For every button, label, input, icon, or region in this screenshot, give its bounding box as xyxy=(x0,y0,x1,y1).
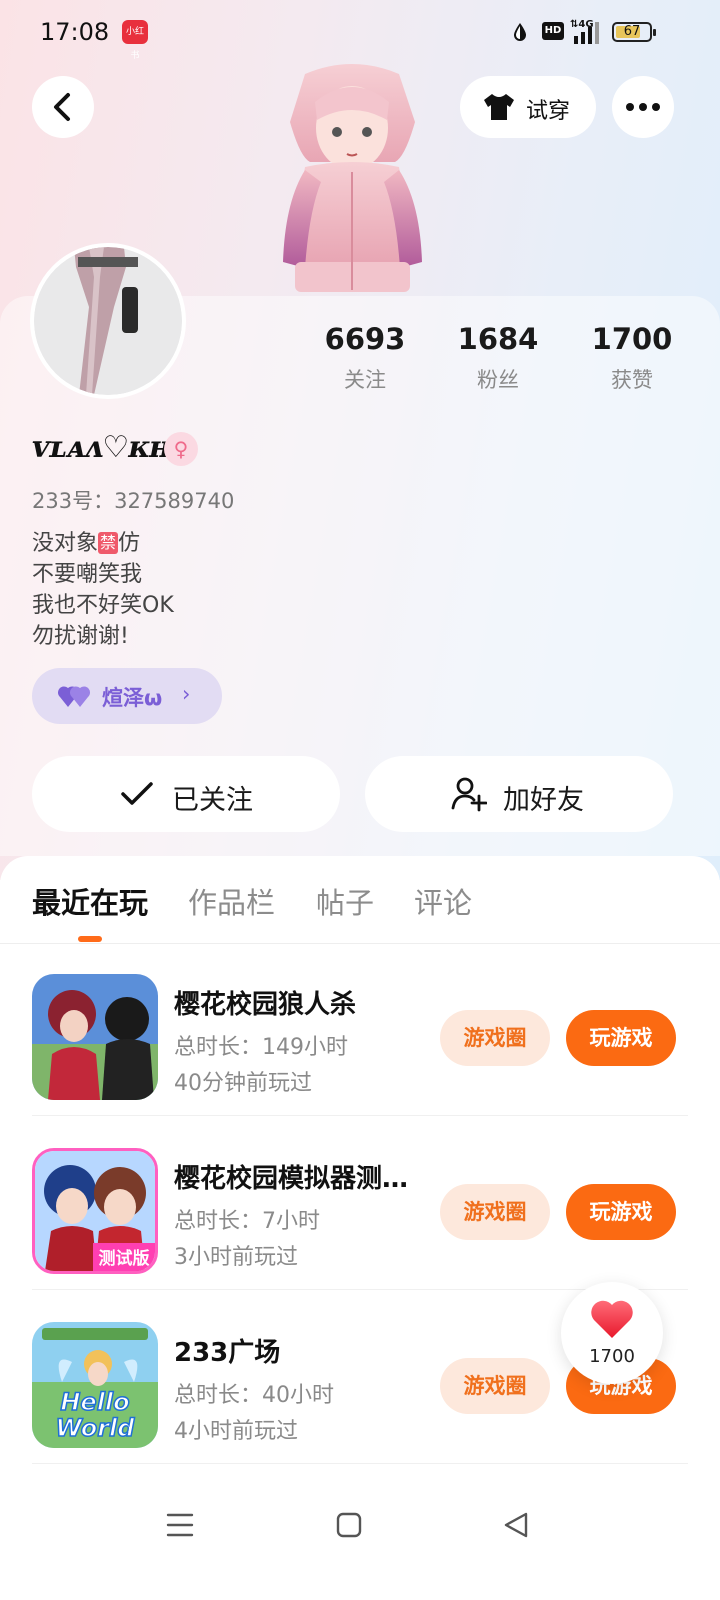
test-version-badge: 测试版 xyxy=(99,1248,150,1269)
tab-comments[interactable]: 评论 xyxy=(414,880,472,922)
game-last-played: 40分钟前玩过 xyxy=(174,1071,312,1096)
stat-likes[interactable]: 1700 获赞 xyxy=(572,322,692,394)
game-meta: 总时长：40小时 4小时前玩过 xyxy=(174,1378,334,1450)
system-nav-bar xyxy=(0,1480,720,1600)
game-circle-button[interactable]: 游戏圈 xyxy=(440,1184,550,1240)
more-icon xyxy=(626,103,660,111)
back-button[interactable] xyxy=(32,76,94,138)
status-time: 17:08 xyxy=(40,18,110,46)
game-meta: 总时长：7小时 3小时前玩过 xyxy=(174,1204,320,1276)
bio-line-4: 勿扰谢谢! xyxy=(32,624,129,649)
cp-relation-chip[interactable]: 煊泽ω › xyxy=(32,668,222,724)
add-friend-label: 加好友 xyxy=(503,785,584,816)
followers-count: 1684 xyxy=(457,322,539,356)
female-gender-icon: ♀ xyxy=(164,432,198,466)
followed-label: 已关注 xyxy=(172,785,253,816)
bio-line-2: 不要嘲笑我 xyxy=(32,562,143,587)
hd-icon: HD xyxy=(542,22,564,40)
profile-tabs: 最近在玩 作品栏 帖子 评论 xyxy=(0,876,720,942)
add-friend-button[interactable]: 加好友 xyxy=(365,756,673,832)
battery-level: 67 xyxy=(623,24,641,39)
following-label: 关注 xyxy=(344,368,386,392)
bio-line-3: 我也不好笑OK xyxy=(32,593,174,618)
status-bar: 17:08 小红书 HD ⇅4G 67 xyxy=(0,0,720,64)
ban-emoji: 禁 xyxy=(98,532,119,554)
game-circle-button[interactable]: 游戏圈 xyxy=(440,1358,550,1414)
back-triangle-icon[interactable] xyxy=(502,1511,530,1539)
game-title: 樱花校园狼人杀 xyxy=(174,990,357,1020)
app-notification-icon: 小红书 xyxy=(122,20,148,61)
avatar-character-illustration xyxy=(283,64,422,292)
tab-works[interactable]: 作品栏 xyxy=(188,880,275,922)
like-count: 1700 xyxy=(589,1346,635,1367)
row-divider xyxy=(32,1463,688,1464)
tshirt-icon xyxy=(484,94,514,120)
likes-count: 1700 xyxy=(591,322,673,356)
try-on-label: 试穿 xyxy=(526,99,571,124)
more-button[interactable] xyxy=(612,76,674,138)
stat-following[interactable]: 6693 关注 xyxy=(305,322,425,394)
add-user-icon xyxy=(451,777,487,812)
row-divider xyxy=(32,1115,688,1116)
following-count: 6693 xyxy=(324,322,406,356)
svg-text:World: World xyxy=(56,1414,136,1442)
signal-icon: ⇅4G xyxy=(570,19,599,44)
play-game-button[interactable]: 玩游戏 xyxy=(566,1184,676,1240)
nickname: ᴠʟᴀᴧ♡ᴋʜ xyxy=(32,430,171,465)
try-on-button[interactable]: 试穿 xyxy=(460,76,596,138)
home-icon[interactable] xyxy=(336,1512,362,1538)
game-meta: 总时长：149小时 40分钟前玩过 xyxy=(174,1030,348,1102)
followed-button[interactable]: 已关注 xyxy=(32,756,340,832)
chevron-right-icon: › xyxy=(182,682,191,706)
stat-followers[interactable]: 1684 粉丝 xyxy=(438,322,558,394)
game-row[interactable]: 测试版 樱花校园模拟器测试版 总时长：7小时 3小时前玩过 游戏圈 玩游戏 xyxy=(0,1118,720,1290)
chevron-left-icon xyxy=(54,93,70,121)
menu-icon[interactable] xyxy=(166,1512,194,1538)
avatar[interactable] xyxy=(30,243,186,399)
cp-name: 煊泽ω xyxy=(102,686,163,710)
game-icon: 测试版 xyxy=(32,1148,158,1274)
data-saver-icon xyxy=(514,23,526,41)
heart-icon xyxy=(591,1300,633,1338)
tab-posts[interactable]: 帖子 xyxy=(316,880,374,922)
game-row[interactable]: 樱花校园狼人杀 总时长：149小时 40分钟前玩过 游戏圈 玩游戏 xyxy=(0,944,720,1116)
game-icon: Hello World xyxy=(32,1322,158,1448)
game-last-played: 3小时前玩过 xyxy=(174,1245,298,1270)
bio: 没对象 禁仿 不要嘲笑我 我也不好笑OK 勿扰谢谢! xyxy=(32,528,174,652)
user-id: 233号：327589740 xyxy=(32,489,235,513)
check-icon xyxy=(121,782,153,805)
active-tab-indicator xyxy=(78,936,102,942)
likes-label: 获赞 xyxy=(611,368,653,392)
game-title: 樱花校园模拟器测试版 xyxy=(174,1164,424,1194)
game-circle-button[interactable]: 游戏圈 xyxy=(440,1010,550,1066)
tab-recently-played[interactable]: 最近在玩 xyxy=(32,880,148,922)
game-last-played: 4小时前玩过 xyxy=(174,1419,298,1444)
svg-text:Hello: Hello xyxy=(60,1388,129,1416)
game-icon xyxy=(32,974,158,1100)
game-duration: 总时长：40小时 xyxy=(174,1383,334,1408)
double-heart-icon xyxy=(58,686,91,707)
avatar-image xyxy=(34,247,182,395)
floating-like-button[interactable]: 1700 xyxy=(561,1282,663,1384)
followers-label: 粉丝 xyxy=(477,368,519,392)
play-game-button[interactable]: 玩游戏 xyxy=(566,1010,676,1066)
battery-icon: 67 xyxy=(612,22,656,42)
bio-line-1: 没对象 禁仿 xyxy=(32,531,141,556)
game-duration: 总时长：149小时 xyxy=(174,1035,348,1060)
game-title: 233广场 xyxy=(174,1338,281,1368)
game-duration: 总时长：7小时 xyxy=(174,1209,320,1234)
